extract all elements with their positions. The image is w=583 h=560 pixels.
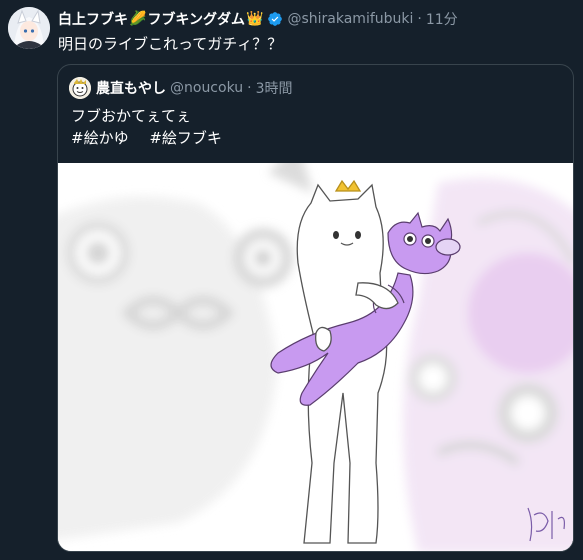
hashtag-link[interactable]: #絵フブキ [149,129,222,147]
display-name[interactable]: 白上フブキ [58,9,128,29]
quoted-avatar-image [69,77,91,99]
separator-dot: · [417,11,422,27]
illustration-image [58,163,573,551]
tweet-timestamp[interactable]: 11分 [426,9,458,29]
avatar-image [8,7,50,49]
display-name-suffix[interactable]: フブキングダム [147,9,245,29]
tweet-text: 明日のライブこれってガチィ？？ [58,35,283,53]
quoted-tweet-image[interactable] [58,163,573,551]
hashtag-link[interactable]: #絵かゆ [71,129,129,147]
quoted-user-handle: @noucoku [170,80,244,96]
quoted-hashtags: #絵かゆ #絵フブキ [71,127,238,148]
quoted-separator-dot: · [247,80,252,96]
quoted-timestamp: 3時間 [255,81,293,97]
user-avatar[interactable] [8,7,50,49]
quoted-display-name: 農直もやし [96,81,166,97]
user-handle[interactable]: @shirakamifubuki [287,11,413,27]
quoted-tweet-header: 農直もやし @noucoku · 3時間 [69,77,293,99]
corn-emoji-icon: 🌽 [129,11,147,27]
quoted-tweet-text: フブおかてぇてぇ [71,107,192,125]
quoted-user-avatar [69,77,91,99]
quoted-tweet-card[interactable]: 農直もやし @noucoku · 3時間 フブおかてぇてぇ #絵かゆ #絵フブキ [57,64,574,552]
crown-emoji-icon: 👑 [246,11,264,27]
tweet-header: 白上フブキ 🌽 フブキングダム 👑 @shirakamifubuki · 11分 [58,8,579,30]
verified-badge-icon [268,12,283,26]
